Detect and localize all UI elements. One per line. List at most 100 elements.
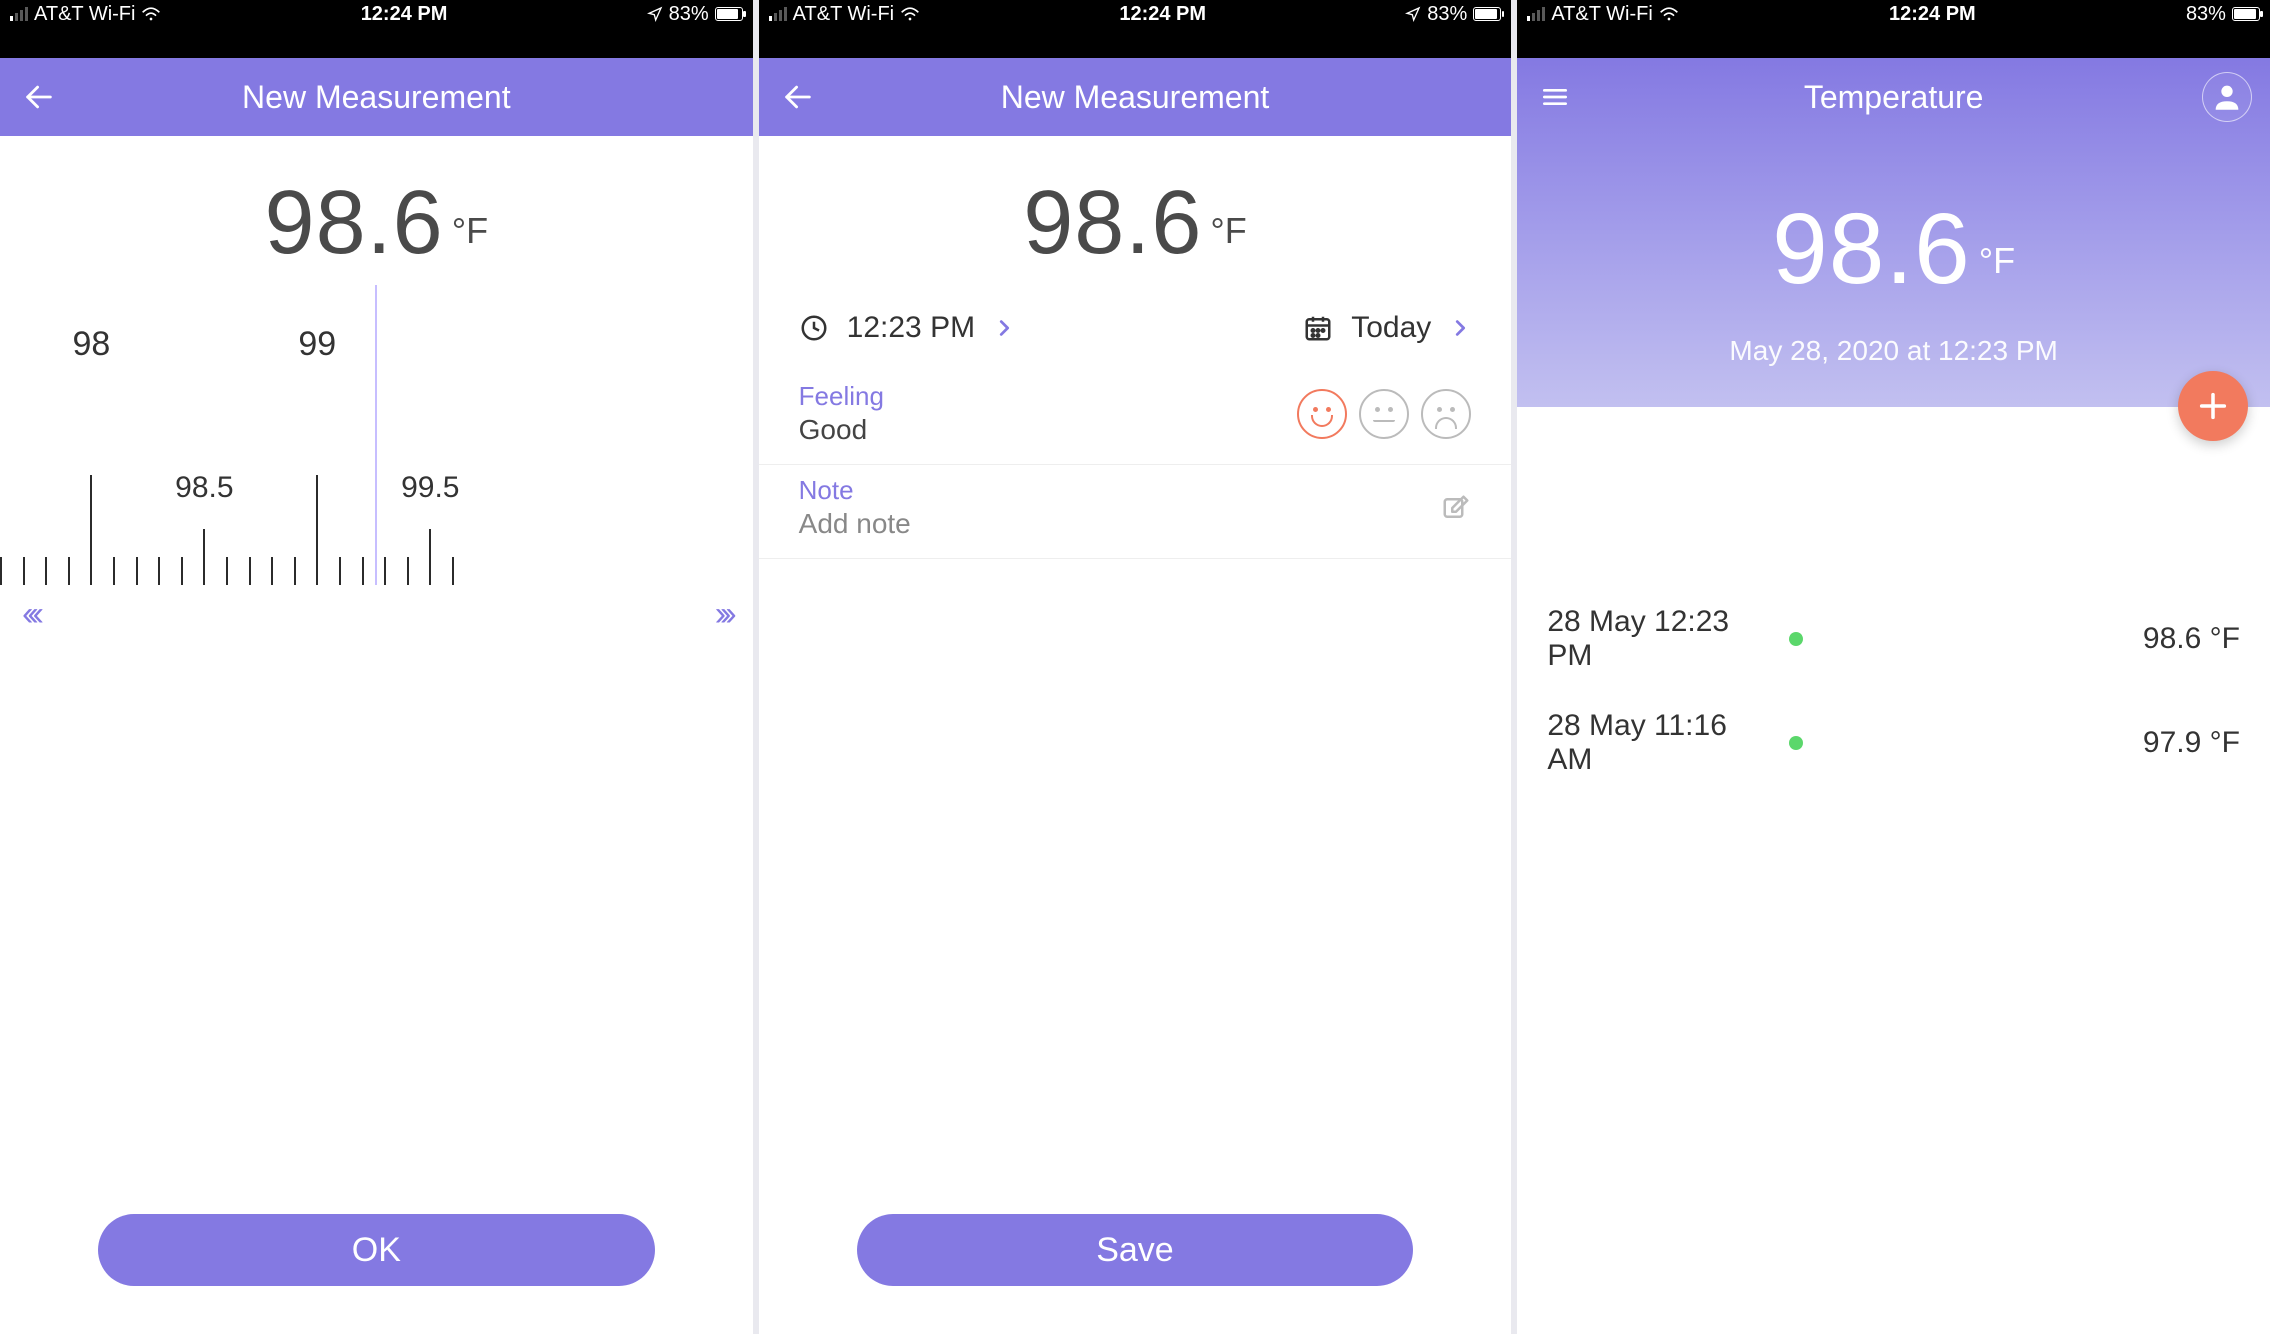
- battery-icon: [1473, 7, 1501, 21]
- hero-temperature-value: 98.6: [1772, 192, 1971, 307]
- battery-icon: [715, 7, 743, 21]
- status-bar: AT&T Wi-Fi 12:24 PM 83%: [759, 0, 1512, 28]
- temperature-value: 98.6: [265, 172, 444, 275]
- user-icon: [2210, 80, 2244, 114]
- hero-temperature-unit: °F: [1979, 240, 2015, 281]
- history-row[interactable]: 28 May 11:16 AM 97.9 °F: [1517, 691, 2270, 795]
- time-picker[interactable]: 12:23 PM: [847, 311, 975, 345]
- wifi-icon: [1659, 6, 1679, 22]
- temperature-display: 98.6°F: [0, 136, 753, 285]
- ruler-tick: [23, 557, 25, 585]
- ruler-major-label: 98: [72, 325, 110, 364]
- hero-panel: Temperature 98.6°F May 28, 2020 at 12:23…: [1517, 58, 2270, 407]
- ruler-tick: [249, 557, 251, 585]
- battery-icon: [2232, 7, 2260, 21]
- ruler-tick: [362, 557, 364, 585]
- hero-timestamp: May 28, 2020 at 12:23 PM: [1517, 335, 2270, 367]
- face-good[interactable]: [1297, 389, 1347, 439]
- wifi-icon: [900, 6, 920, 22]
- clock-icon: [799, 313, 829, 343]
- ruler-tick: [0, 557, 2, 585]
- location-icon: [647, 6, 663, 22]
- feeling-label: Feeling: [799, 381, 884, 412]
- status-bar: AT&T Wi-Fi 12:24 PM 83%: [0, 0, 753, 28]
- notch-gap: [0, 28, 753, 58]
- ruler-tick: 98.5: [203, 529, 205, 585]
- battery-pct: 83%: [669, 3, 709, 26]
- ruler-tick: [407, 557, 409, 585]
- status-time: 12:24 PM: [1119, 3, 1206, 26]
- status-time: 12:24 PM: [1889, 3, 1976, 26]
- temperature-value: 98.6: [1023, 172, 1202, 275]
- status-dot-icon: [1789, 632, 1803, 646]
- feeling-faces: [1297, 389, 1471, 439]
- ruler-tick: [68, 557, 70, 585]
- ruler-tick: [181, 557, 183, 585]
- notch-gap: [759, 28, 1512, 58]
- temperature-unit: °F: [1210, 210, 1246, 251]
- cell-signal-icon: [10, 7, 28, 21]
- note-label: Note: [799, 475, 911, 506]
- profile-button[interactable]: [2202, 72, 2252, 122]
- ruler-controls: ‹‹‹ ›››: [0, 585, 753, 644]
- battery-pct: 83%: [2186, 3, 2226, 26]
- feeling-section: Feeling Good: [759, 371, 1512, 465]
- history-value: 98.6 °F: [2143, 622, 2240, 656]
- ruler-mid-label: 98.5: [175, 471, 233, 505]
- chevron-right-icon: [1449, 317, 1471, 339]
- ruler-tick: 99: [316, 475, 318, 585]
- carrier-label: AT&T Wi-Fi: [793, 3, 894, 26]
- ruler-major-label: 99: [298, 325, 336, 364]
- time-date-row: 12:23 PM Today: [759, 285, 1512, 371]
- ruler-tick: [136, 557, 138, 585]
- history-list: 28 May 12:23 PM98.6 °F 28 May 11:16 AM 97.…: [1517, 407, 2270, 795]
- face-neutral[interactable]: [1359, 389, 1409, 439]
- ruler-mid-label: 99.5: [401, 471, 459, 505]
- history-row[interactable]: 28 May 12:23 PM98.6 °F: [1517, 587, 2270, 691]
- screen1-title: New Measurement: [0, 79, 753, 116]
- ruler-scroll-left[interactable]: ‹‹‹: [22, 595, 38, 634]
- location-icon: [1405, 6, 1421, 22]
- ruler-tick: [113, 557, 115, 585]
- wifi-icon: [141, 6, 161, 22]
- feeling-value: Good: [799, 414, 884, 446]
- ruler-tick: [452, 557, 454, 585]
- screen-temperature-home: AT&T Wi-Fi 12:24 PM 83% Temperature 9: [1517, 0, 2270, 1334]
- ruler-scroll-right[interactable]: ›››: [715, 595, 731, 634]
- ok-button[interactable]: OK: [98, 1214, 655, 1286]
- screen3-title: Temperature: [1517, 79, 2270, 116]
- ruler-tick: 98: [90, 475, 92, 585]
- screen2-title: New Measurement: [759, 79, 1512, 116]
- temperature-display: 98.6°F: [759, 136, 1512, 285]
- save-button[interactable]: Save: [857, 1214, 1414, 1286]
- ruler-tick: [45, 557, 47, 585]
- history-date: 28 May 11:16 AM: [1547, 709, 1777, 777]
- plus-icon: [2196, 389, 2230, 423]
- screen-measurement-details: AT&T Wi-Fi 12:24 PM 83% New Measurement …: [759, 0, 1512, 1334]
- cell-signal-icon: [769, 7, 787, 21]
- ruler-tick: 99.5: [429, 529, 431, 585]
- temperature-unit: °F: [452, 210, 488, 251]
- ruler-ticks: 98 98.5 99 99.5: [0, 425, 753, 585]
- face-bad[interactable]: [1421, 389, 1471, 439]
- battery-pct: 83%: [1427, 3, 1467, 26]
- add-measurement-button[interactable]: [2178, 371, 2248, 441]
- notch-gap: [1517, 28, 2270, 58]
- ruler-tick: [384, 557, 386, 585]
- ruler-tick: [271, 557, 273, 585]
- date-picker[interactable]: Today: [1351, 311, 1431, 345]
- screen-measurement-ruler: AT&T Wi-Fi 12:24 PM 83% New Measurement …: [0, 0, 753, 1334]
- cell-signal-icon: [1527, 7, 1545, 21]
- note-section[interactable]: Note Add note: [759, 465, 1512, 559]
- screen2-header: New Measurement: [759, 58, 1512, 136]
- calendar-icon: [1303, 313, 1333, 343]
- ruler-tick: [158, 557, 160, 585]
- history-value: 97.9 °F: [2143, 726, 2240, 760]
- carrier-label: AT&T Wi-Fi: [34, 3, 135, 26]
- status-time: 12:24 PM: [361, 3, 448, 26]
- ruler-slider[interactable]: 98 98.5 99 99.5: [0, 285, 753, 585]
- screen1-header: New Measurement: [0, 58, 753, 136]
- status-bar: AT&T Wi-Fi 12:24 PM 83%: [1517, 0, 2270, 28]
- chevron-right-icon: [993, 317, 1015, 339]
- ruler-tick: [226, 557, 228, 585]
